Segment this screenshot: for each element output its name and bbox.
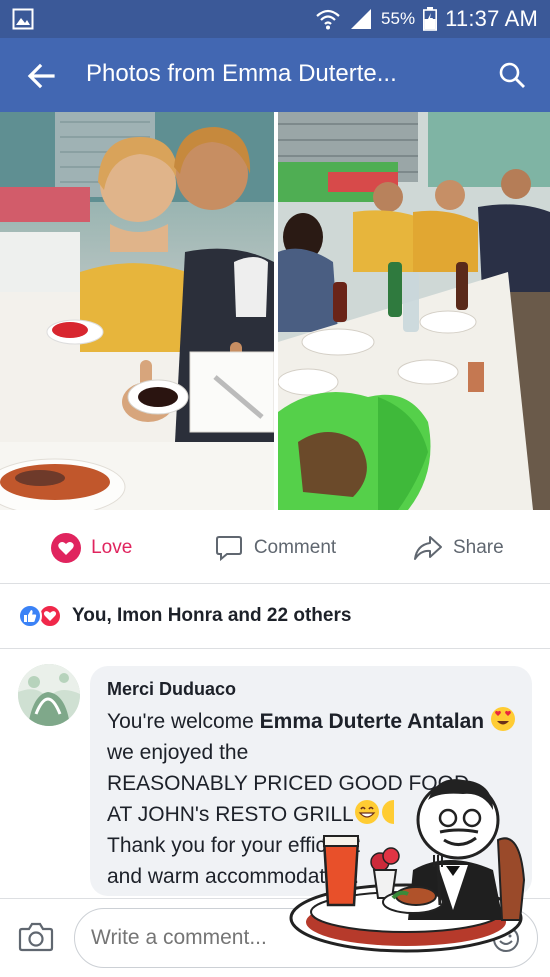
comment-author[interactable]: Merci Duduaco bbox=[107, 679, 516, 700]
photo-group-table[interactable] bbox=[278, 112, 550, 510]
search-icon[interactable] bbox=[498, 61, 526, 89]
tagged-name[interactable]: Emma Duterte Antalan bbox=[260, 710, 484, 733]
waiter-logo-icon bbox=[289, 779, 526, 953]
action-bar: Love Comment Share bbox=[0, 512, 550, 584]
clock: 11:37 AM bbox=[445, 6, 538, 31]
comment-button[interactable]: Comment bbox=[183, 512, 366, 583]
signal-icon bbox=[351, 9, 372, 29]
love-label: Love bbox=[91, 536, 133, 558]
divider bbox=[0, 648, 550, 649]
battery-icon bbox=[423, 7, 438, 31]
page-title: Photos from Emma Duterte... bbox=[86, 60, 397, 87]
reactions-label: You, Imon Honra and 22 others bbox=[72, 605, 352, 626]
back-arrow-icon[interactable] bbox=[26, 62, 56, 90]
love-button[interactable]: Love bbox=[0, 512, 183, 583]
photo-grid bbox=[0, 112, 550, 510]
status-bar: 55% 11:37 AM bbox=[0, 0, 550, 38]
camera-icon[interactable] bbox=[18, 921, 54, 953]
like-icon bbox=[18, 604, 42, 628]
comment-label: Comment bbox=[253, 536, 337, 558]
app-bar: Photos from Emma Duterte... bbox=[0, 38, 550, 112]
share-button[interactable]: Share bbox=[367, 512, 550, 583]
photo-couple-thumbs-up[interactable] bbox=[0, 112, 274, 510]
share-icon bbox=[413, 535, 442, 560]
avatar[interactable] bbox=[18, 664, 80, 726]
love-icon bbox=[51, 532, 82, 563]
comment-icon bbox=[215, 535, 242, 561]
reactions-summary[interactable]: You, Imon Honra and 22 others bbox=[18, 598, 351, 634]
heart-eyes-emoji-icon bbox=[490, 707, 515, 731]
share-label: Share bbox=[452, 536, 504, 558]
comment-text-part: we enjoyed the bbox=[107, 741, 249, 764]
gallery-icon bbox=[12, 8, 34, 30]
comment-text-part: You're welcome bbox=[107, 710, 260, 733]
battery-percent: 55% bbox=[381, 9, 416, 28]
wifi-icon bbox=[316, 9, 340, 30]
